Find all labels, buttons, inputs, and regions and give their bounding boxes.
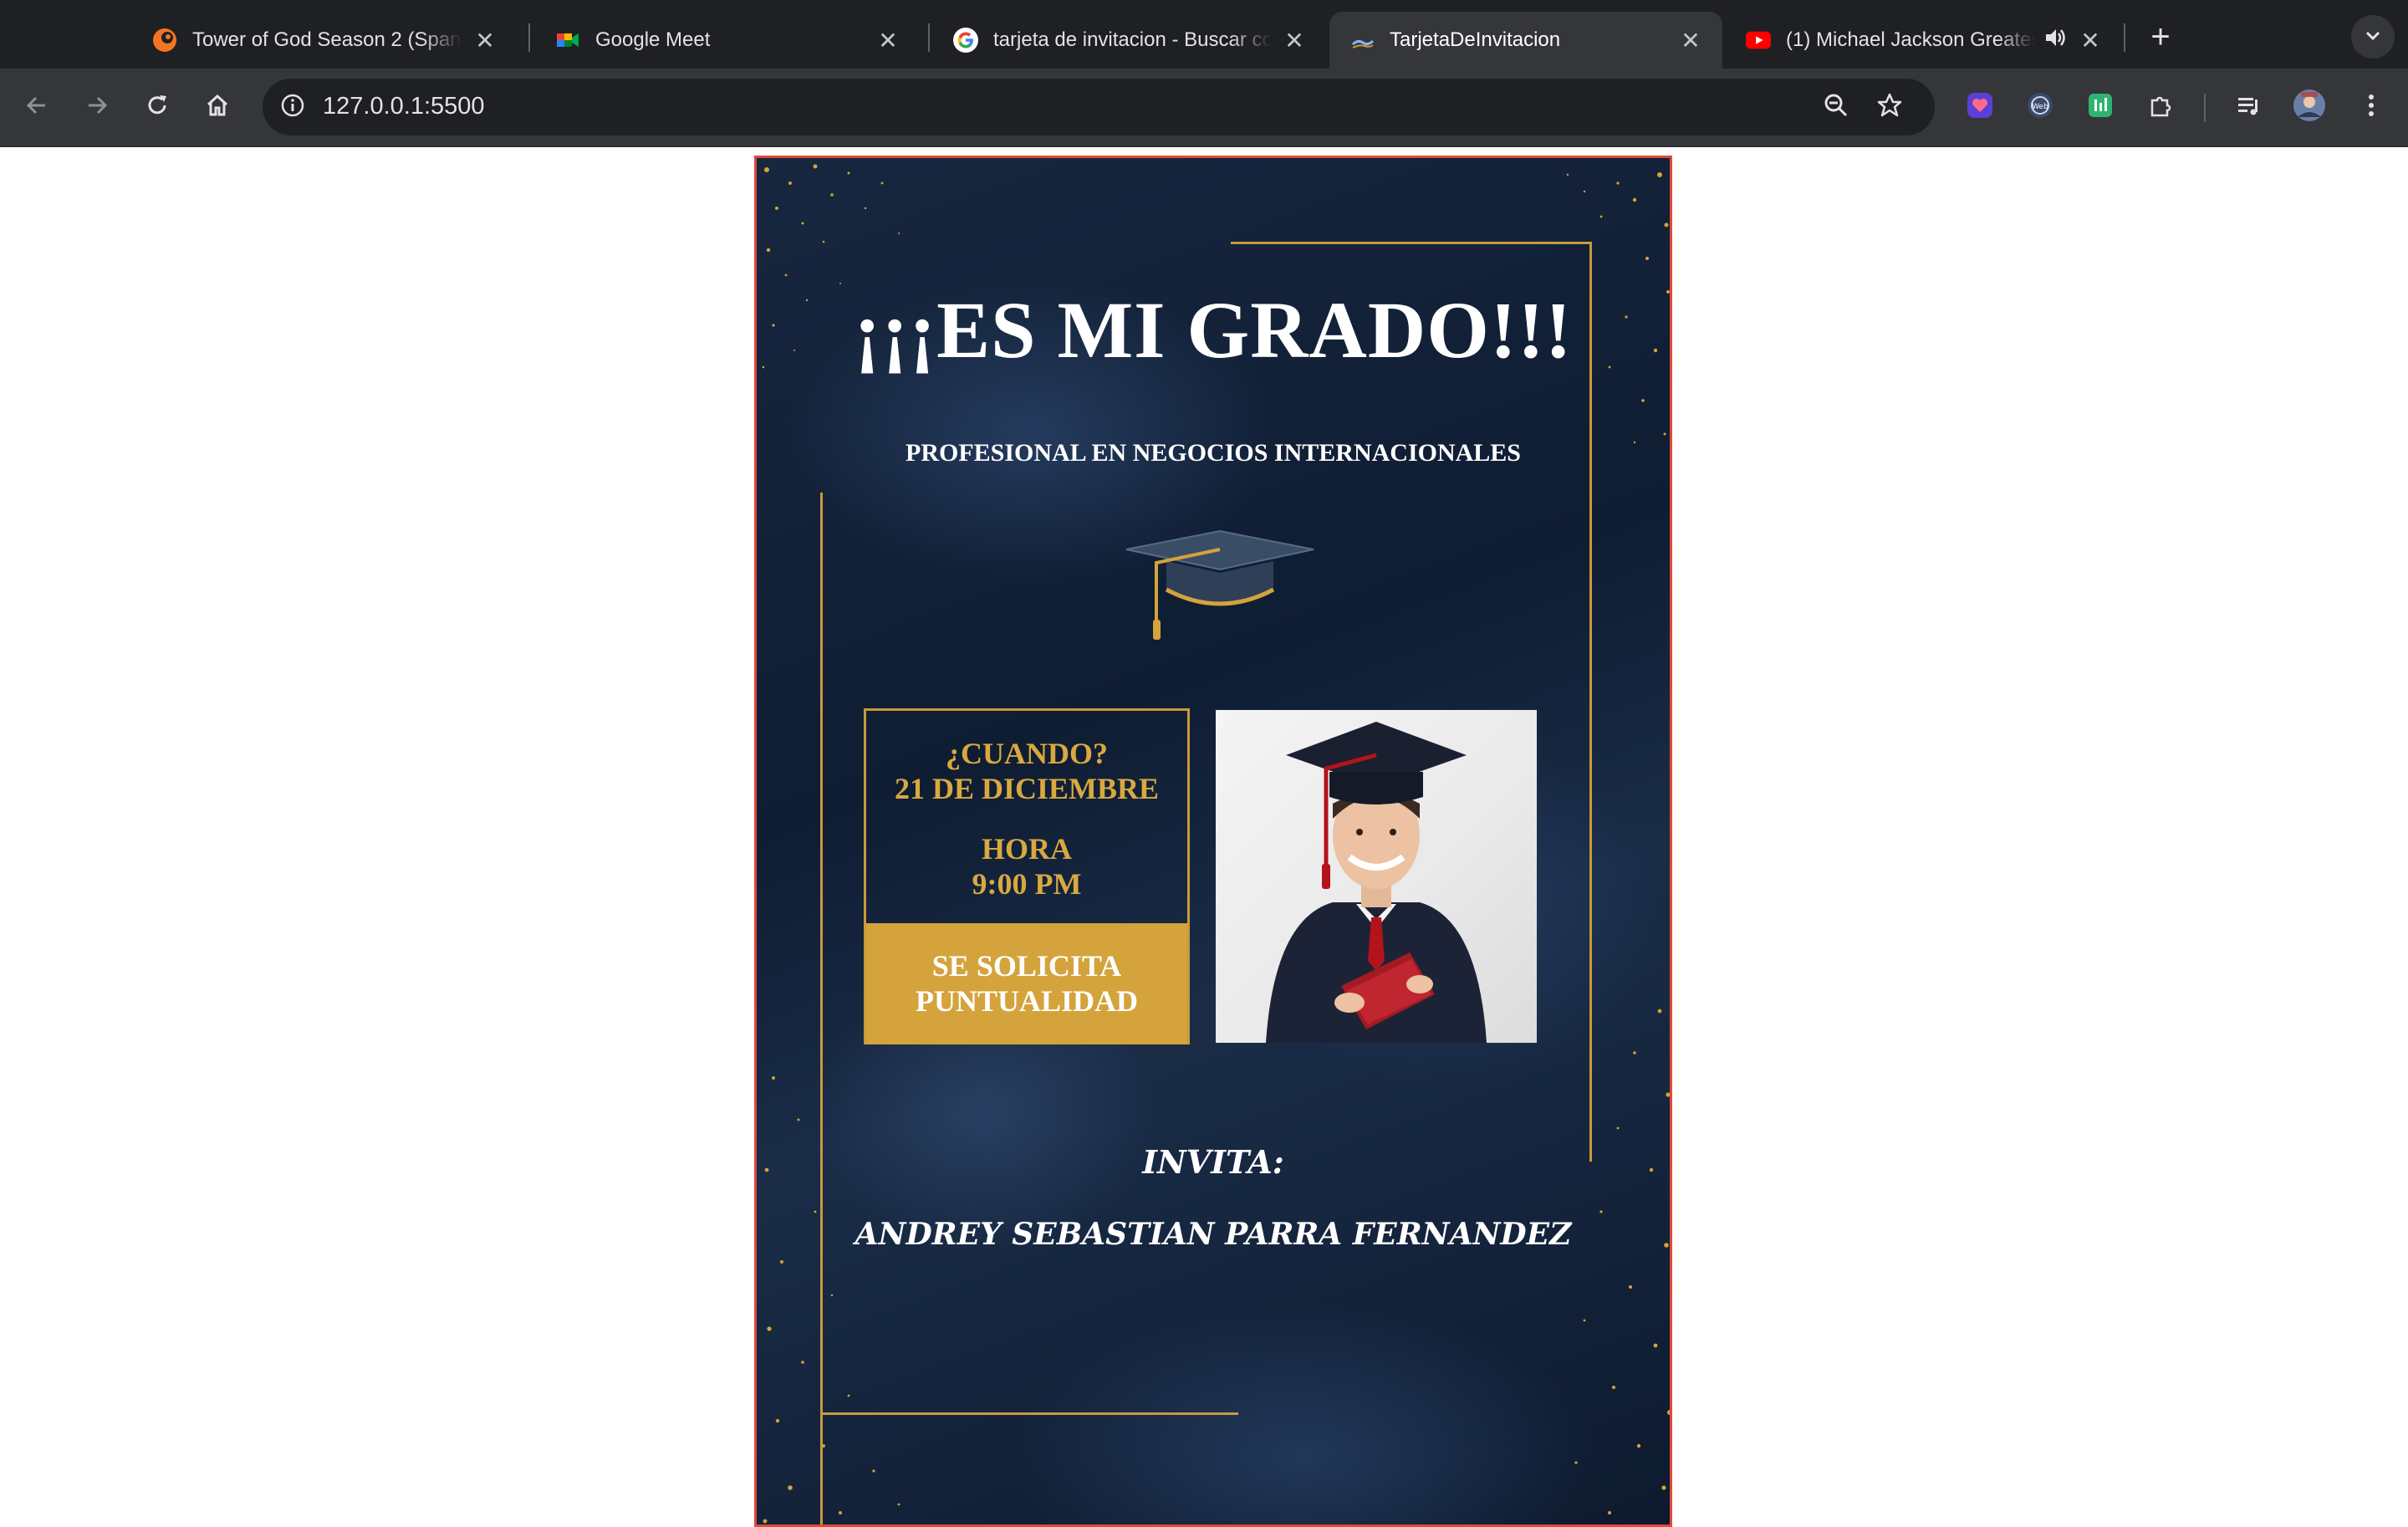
extension-button[interactable]	[2079, 85, 2122, 129]
event-details: ¿CUANDO? 21 DE DICIEMBRE HORA 9:00 PM	[866, 711, 1187, 923]
tab-divider	[528, 23, 530, 52]
graduate-illustration	[1266, 722, 1487, 1043]
page-icon	[1349, 28, 1375, 53]
gold-glitter-decoration	[1574, 1009, 1670, 1514]
invitation-card: ¡¡¡ES MI GRADO!!! PROFESIONAL EN NEGOCIO…	[754, 156, 1672, 1527]
punctuality-notice: SE SOLICITA PUNTUALIDAD	[866, 923, 1187, 1044]
info-icon	[280, 93, 305, 122]
extension-sheets-icon	[2086, 91, 2115, 124]
notice-line: SE SOLICITA	[931, 949, 1122, 983]
svg-text:Web: Web	[2032, 103, 2048, 111]
tab-google-search[interactable]: tarjeta de invitacion - Buscar con Googl…	[933, 12, 1326, 69]
speaker-icon[interactable]	[2043, 26, 2067, 55]
graduation-cap-icon	[1125, 529, 1314, 640]
invites-label: INVITA:	[1142, 1143, 1284, 1181]
tab-divider	[2124, 23, 2125, 52]
bookmark-button[interactable]	[1868, 85, 1911, 129]
profile-button[interactable]	[2288, 85, 2331, 129]
zoom-button[interactable]	[1814, 85, 1858, 129]
new-tab-button[interactable]: +	[2137, 13, 2184, 60]
star-icon	[1876, 92, 1903, 123]
tab-divider	[928, 23, 930, 52]
toolbar-divider	[2204, 94, 2206, 122]
time-label: HORA	[982, 832, 1072, 866]
frame-line-top	[1231, 242, 1592, 244]
tab-tower-of-god[interactable]: Tower of God Season 2 (Spanish) ✕	[132, 12, 517, 69]
reload-button[interactable]	[135, 85, 179, 129]
tab-title: TarjetaDeInvitacion	[1390, 28, 1561, 51]
close-icon[interactable]: ✕	[473, 27, 497, 54]
extensions-menu-button[interactable]	[2139, 85, 2182, 129]
back-button[interactable]	[15, 85, 59, 129]
tab-strip: Tower of God Season 2 (Spanish) ✕ Google…	[0, 0, 2408, 69]
close-icon[interactable]: ✕	[876, 27, 900, 54]
arrow-right-icon	[84, 92, 110, 123]
site-info-button[interactable]	[271, 85, 314, 129]
frame-line-bottom	[820, 1412, 1238, 1415]
graduate-photo	[1216, 710, 1537, 1043]
tab-search-button[interactable]	[2351, 15, 2395, 59]
google-icon	[953, 28, 978, 53]
tab-google-meet[interactable]: Google Meet ✕	[535, 12, 920, 69]
tab-title: Google Meet	[595, 28, 711, 51]
home-icon	[204, 92, 231, 123]
close-icon[interactable]: ✕	[2079, 27, 2102, 54]
avatar	[2293, 89, 2326, 126]
gold-glitter-decoration	[763, 1076, 900, 1524]
extension-button[interactable]	[1958, 85, 2002, 129]
tab-title: tarjeta de invitacion - Buscar con Googl…	[993, 28, 1271, 51]
puzzle-icon	[2146, 91, 2175, 124]
browser-toolbar: 127.0.0.1:5500 Web	[0, 69, 2408, 147]
extension-button[interactable]: Web	[2018, 85, 2062, 129]
home-button[interactable]	[196, 85, 239, 129]
youtube-icon	[1746, 28, 1771, 53]
page-title: ¡¡¡ES MI GRADO!!!	[854, 285, 1573, 375]
frame-line-left	[820, 493, 823, 1524]
frame-line-right	[1589, 242, 1592, 1162]
extension-heart-icon	[1966, 91, 1994, 124]
media-control-button[interactable]	[2227, 85, 2271, 129]
url-text[interactable]: 127.0.0.1:5500	[323, 93, 485, 120]
event-details-box: ¿CUANDO? 21 DE DICIEMBRE HORA 9:00 PM SE…	[864, 708, 1190, 1044]
google-meet-icon	[555, 28, 580, 53]
tab-title: (1) Michael Jackson Greatest Hits	[1786, 28, 2035, 51]
tab-title: Tower of God Season 2 (Spanish)	[192, 28, 462, 51]
event-time: 9:00 PM	[972, 867, 1082, 901]
forward-button[interactable]	[75, 85, 119, 129]
extension-web-icon: Web	[2026, 91, 2054, 124]
when-label: ¿CUANDO?	[946, 737, 1108, 770]
close-icon[interactable]: ✕	[1679, 27, 1702, 54]
host-name: ANDREY SEBASTIAN PARRA FERNANDEZ	[855, 1217, 1572, 1252]
crunchyroll-icon	[152, 28, 177, 53]
browser-menu-button[interactable]	[2349, 85, 2393, 129]
event-date: 21 DE DICIEMBRE	[894, 772, 1160, 805]
tab-tarjeta-invitacion[interactable]: TarjetaDeInvitacion ✕	[1329, 12, 1722, 69]
address-bar[interactable]: 127.0.0.1:5500	[263, 79, 1935, 135]
notice-line: PUNTUALIDAD	[915, 984, 1138, 1018]
arrow-left-icon	[23, 92, 50, 123]
close-icon[interactable]: ✕	[1283, 27, 1306, 54]
reload-icon	[144, 92, 171, 123]
media-queue-icon	[2235, 91, 2263, 124]
more-vertical-icon	[2366, 92, 2376, 123]
zoom-out-icon	[1823, 92, 1849, 123]
chevron-down-icon	[2363, 25, 2383, 49]
degree-title: PROFESIONAL EN NEGOCIOS INTERNACIONALES	[906, 439, 1521, 467]
tab-youtube[interactable]: (1) Michael Jackson Greatest Hits ✕	[1726, 12, 2122, 69]
